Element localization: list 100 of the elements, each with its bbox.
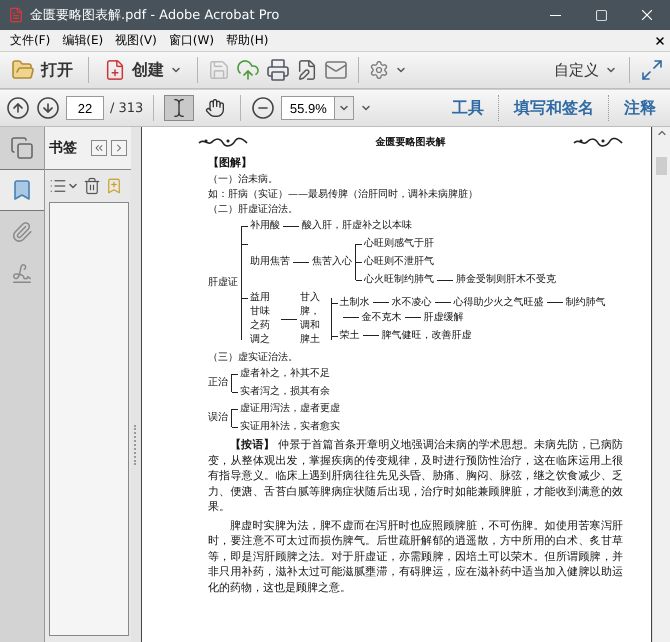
menu-item[interactable]: 帮助(H)	[220, 32, 274, 49]
tool-button[interactable]	[164, 95, 194, 121]
page-count: / 313	[110, 100, 144, 116]
connector-line	[280, 318, 297, 320]
panel-tab[interactable]: 填写和签名	[506, 98, 602, 118]
paperclip-icon	[11, 221, 33, 243]
diagram-label: 肺金受制则肝木不受克	[456, 273, 556, 287]
diagram-label: 脾气健旺，改善肝虚	[382, 328, 472, 342]
settings-icon	[369, 60, 389, 80]
cloud-upload-icon	[236, 58, 260, 82]
menu-item[interactable]: 文件(F)	[4, 32, 56, 49]
customize-button[interactable]: 自定义	[552, 58, 619, 82]
mail-icon	[324, 58, 348, 82]
print-button[interactable]	[266, 58, 290, 82]
text-line: （二）肝虚证治法。	[208, 202, 299, 217]
diagram-label: 误治	[208, 411, 228, 425]
splitter-grip[interactable]	[134, 424, 138, 464]
options-button[interactable]	[49, 177, 79, 195]
connector-line	[356, 244, 362, 245]
connector-line	[546, 302, 563, 303]
section-heading: 【图解】	[208, 155, 253, 170]
connector-line	[434, 302, 451, 303]
save-icon	[208, 59, 230, 81]
text-line: 如：肝病（实证）——最易传脾（治肝同时，调补未病脾脏）	[208, 188, 479, 202]
expand-button[interactable]	[111, 140, 127, 156]
connector-line	[232, 427, 238, 428]
paragraph: 【按语】 仲景于首篇首条开章明义地强调治未病的学术思想。未病先防，已病防变，从整体观出发，掌握疾病的传变规律，及时进行预防性治疗，这在临床运用上很有指导意义。临床上遇到肝病往往先见头昏、胁痛、胸闷、脉弦，继之饮食减少、乏力、便溏、舌苔白腻等脾病症状随后出现，治疗时如能兼顾脾脏，才能收到满意的效果。	[208, 437, 623, 514]
connector-line	[362, 335, 379, 336]
collapse-button[interactable]	[91, 140, 107, 156]
diagram-label: 心旺则感气于肝	[364, 237, 434, 251]
menu-item[interactable]: 视图(V)	[109, 32, 163, 49]
diagram-label: 实者泻之，损其有余	[240, 385, 330, 399]
scrollbar[interactable]	[652, 127, 670, 642]
page-number-field[interactable]: 22	[66, 96, 104, 120]
menu-item[interactable]: 编辑(E)	[56, 32, 110, 49]
email-button[interactable]	[324, 58, 348, 82]
diagram-label: 助用焦苦	[250, 255, 290, 269]
diagram-label: 金不克木	[362, 310, 402, 324]
diagram-label: 水不凌心	[392, 296, 432, 310]
trash-icon	[83, 177, 101, 195]
arrow-up-icon	[6, 96, 30, 120]
printer-icon	[266, 58, 290, 82]
window-title: 金匮要略图表解.pdf - Adobe Acrobat Pro	[30, 7, 280, 24]
folder-icon	[11, 58, 35, 82]
connector-line	[404, 317, 421, 318]
diagram-label: 肝虚缓解	[424, 310, 464, 324]
zoom-out-icon	[251, 96, 276, 120]
connector-line	[372, 302, 389, 303]
create-button[interactable]: 创建	[99, 56, 187, 84]
connector-line	[332, 302, 338, 304]
close-icon	[654, 34, 666, 46]
connector-line	[242, 226, 248, 227]
scroll-thumb[interactable]	[656, 157, 667, 175]
bracket-line	[355, 244, 356, 280]
bracket-line	[231, 374, 232, 392]
connector-line	[356, 280, 362, 281]
new-file-icon	[104, 59, 126, 81]
diagram-label: 益用甘味之药调之	[250, 291, 271, 347]
diagram-label: 肝虚证	[208, 276, 238, 290]
zoom-dropdown-button[interactable]	[334, 96, 354, 120]
diagram-label: 酸入肝，肝虚补之以本味	[302, 219, 412, 233]
zoom-out-button[interactable]	[251, 96, 276, 120]
diagram-label: 土制水	[340, 296, 370, 310]
next-page-button[interactable]	[36, 96, 60, 120]
diagram-label: 心得助少火之气旺盛	[454, 296, 544, 310]
settings-button[interactable]	[369, 60, 389, 80]
panel-tab[interactable]: 工具	[444, 98, 492, 118]
connector-line	[342, 317, 359, 318]
diagram-label: 制约肺气	[566, 296, 606, 310]
signature-icon	[11, 263, 33, 285]
diagram-label: 虚者补之，补其不足	[240, 367, 330, 381]
maximize-icon	[594, 8, 608, 22]
double-chevron-left-icon	[93, 142, 105, 154]
ornament-drawing	[573, 137, 623, 147]
diagram-label: 心火旺制约肺气	[364, 273, 434, 287]
diagram-label: 荣土	[340, 328, 360, 342]
bracket-line	[231, 409, 232, 427]
previous-page-button[interactable]	[6, 96, 30, 120]
ornament-drawing	[198, 137, 248, 147]
menu-item[interactable]: 窗口(W)	[162, 32, 220, 49]
edit-button[interactable]	[296, 59, 318, 81]
pdf-file-icon	[8, 7, 24, 23]
connector-line	[232, 409, 238, 410]
sidebar-tab[interactable]	[0, 169, 44, 211]
connector-line	[242, 298, 248, 299]
expand-icon	[640, 58, 664, 82]
upload-button[interactable]	[236, 58, 260, 82]
open-button[interactable]: 打开	[6, 55, 78, 85]
connector-line	[232, 374, 238, 375]
text-line: （一）治未病。	[208, 172, 279, 187]
close-document-button[interactable]	[654, 34, 666, 46]
panel-title: 书签	[49, 139, 78, 157]
diagram-label: 甘入脾，调和脾土	[300, 291, 321, 347]
running-head: 金匮要略图表解	[376, 136, 446, 149]
full-screen-button[interactable]	[640, 58, 664, 82]
delete-button[interactable]	[83, 177, 101, 195]
text-line: （三）虚实证治法。	[208, 350, 299, 365]
zoom-field[interactable]: 55.9%	[281, 96, 334, 120]
hand-icon	[205, 98, 226, 118]
panel-tab[interactable]: 注释	[616, 98, 664, 118]
